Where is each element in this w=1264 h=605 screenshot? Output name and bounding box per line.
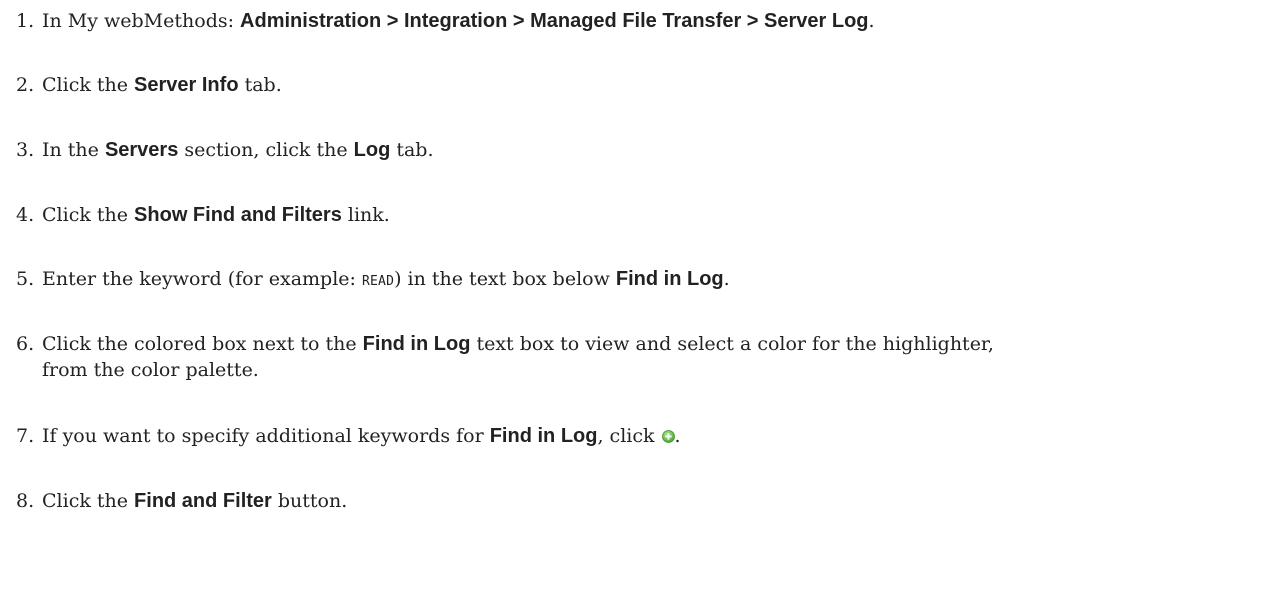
step-text-part: .	[674, 425, 681, 447]
step-text-part: section, click the	[178, 139, 354, 161]
step-text-part: tab.	[238, 74, 282, 96]
ui-term: Log	[353, 139, 391, 161]
step-text-part: Click the	[42, 490, 135, 512]
code-keyword: READ	[361, 274, 395, 289]
step-text: Enter the keyword (for example: READ) in…	[42, 266, 730, 295]
step-text: Click the colored box next to the Find i…	[42, 331, 1042, 383]
ui-term: Find in Log	[615, 268, 724, 290]
menu-path: Administration > Integration > Managed F…	[240, 10, 869, 32]
step-text-part: link.	[341, 204, 390, 226]
step-text-part: .	[723, 268, 730, 290]
step-text: Click the Find and Filter button.	[42, 488, 347, 514]
step-number: 1.	[16, 10, 35, 32]
step-text-part: Click the	[42, 74, 135, 96]
step-number: 5.	[16, 268, 35, 290]
ui-term: Show Find and Filters	[134, 204, 342, 226]
step-text: Click the Server Info tab.	[42, 72, 282, 98]
ui-term: Find in Log	[362, 333, 471, 355]
step-text-part: .	[868, 10, 875, 32]
step-text-part: ) in the text box below	[394, 268, 616, 290]
step-text-part: tab.	[390, 139, 434, 161]
ui-term: Servers	[104, 139, 179, 161]
step-number: 6.	[16, 333, 35, 355]
step-number: 3.	[16, 139, 35, 161]
step-number: 8.	[16, 490, 35, 512]
step-text-part: If you want to specify additional keywor…	[42, 425, 490, 447]
step-text: In the Servers section, click the Log ta…	[42, 137, 434, 163]
step-text: If you want to specify additional keywor…	[42, 423, 681, 449]
step-text-part: Click the	[42, 204, 135, 226]
step-number: 7.	[16, 425, 35, 447]
step-number: 2.	[16, 74, 35, 96]
step-text-part: , click	[597, 425, 661, 447]
ui-term: Find and Filter	[134, 490, 272, 512]
step-text: Click the Show Find and Filters link.	[42, 202, 390, 228]
step-text-part: In the	[42, 139, 105, 161]
step-text-part: button.	[271, 490, 348, 512]
ui-term: Find in Log	[489, 425, 598, 447]
add-circle-icon	[661, 424, 675, 443]
step-text-part: In My webMethods:	[42, 10, 241, 32]
step-text: In My webMethods: Administration > Integ…	[42, 8, 875, 34]
ui-term: Server Info	[134, 74, 239, 96]
step-text-part: Click the colored box next to the	[42, 333, 363, 355]
step-text-part: Enter the keyword (for example:	[42, 268, 362, 290]
step-number: 4.	[16, 204, 35, 226]
